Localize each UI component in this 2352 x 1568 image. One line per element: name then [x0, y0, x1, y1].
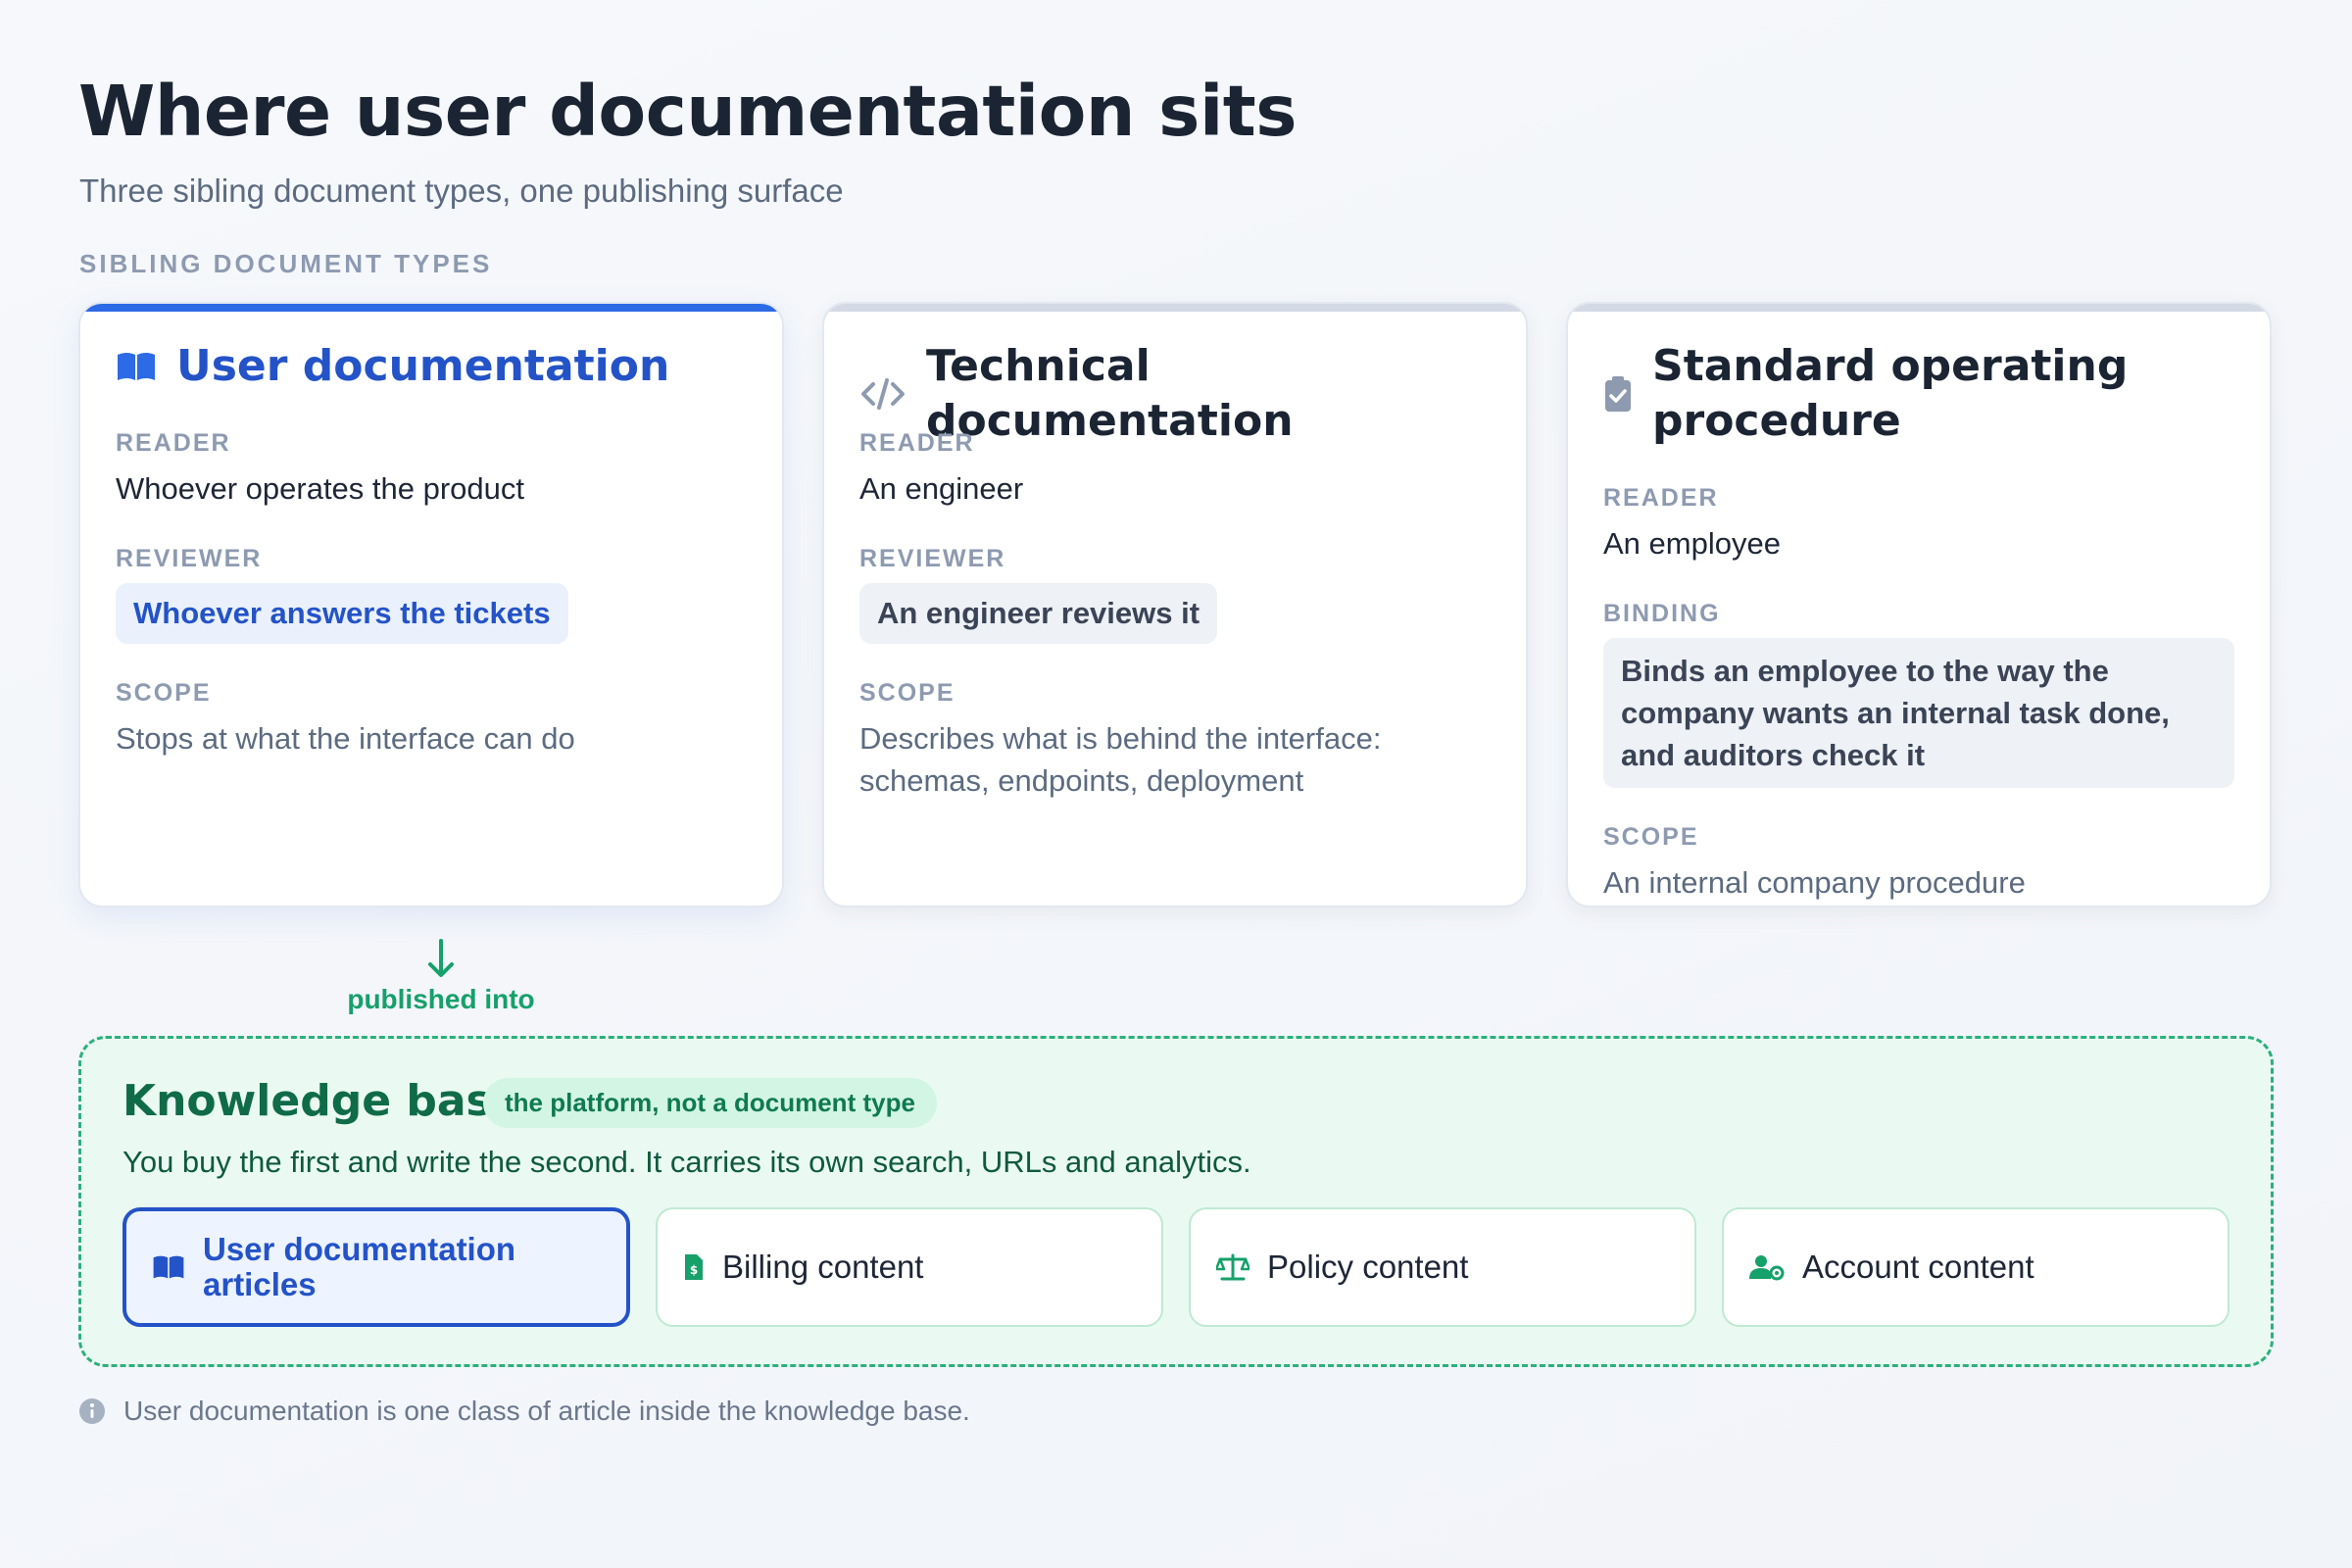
kb-badge: the platform, not a document type — [483, 1078, 937, 1128]
book-icon — [116, 351, 157, 382]
reader-label: READER — [116, 429, 231, 457]
card-standard-operating-procedure[interactable]: Standard operating procedure READER An e… — [1566, 302, 2272, 907]
scope-label: SCOPE — [859, 679, 956, 707]
kb-item-label: Billing content — [722, 1249, 924, 1285]
reviewer-value: An engineer reviews it — [859, 583, 1218, 644]
scope-value: Stops at what the interface can do — [116, 721, 575, 756]
reader-value: An engineer — [859, 471, 1024, 506]
reader-label: READER — [1603, 484, 1719, 512]
scope-label: SCOPE — [1603, 823, 1699, 851]
page-subtitle: Three sibling document types, one publis… — [79, 172, 844, 209]
kb-item-label: Policy content — [1267, 1249, 1469, 1285]
svg-text:$: $ — [690, 1263, 698, 1277]
scale-icon — [1216, 1253, 1250, 1281]
card-title: Standard operating procedure — [1652, 341, 2129, 446]
card-technical-documentation[interactable]: Technical documentation READER An engine… — [822, 302, 1528, 907]
clipboard-check-icon — [1603, 374, 1633, 414]
reviewer-label: REVIEWER — [859, 545, 1006, 572]
kb-item-label: Account content — [1802, 1249, 2034, 1285]
footnote: User documentation is one class of artic… — [78, 1396, 970, 1427]
kb-item-billing-content[interactable]: $ Billing content — [656, 1207, 1163, 1327]
reviewer-value: Whoever answers the tickets — [116, 583, 568, 644]
user-gear-icon — [1749, 1253, 1785, 1281]
footnote-text: User documentation is one class of artic… — [123, 1396, 970, 1426]
card-user-documentation[interactable]: User documentation READER Whoever operat… — [78, 302, 784, 907]
kb-item-policy-content[interactable]: Policy content — [1189, 1207, 1696, 1327]
reader-value: Whoever operates the product — [116, 471, 525, 506]
info-icon — [78, 1397, 106, 1425]
connector-label: published into — [347, 984, 535, 1014]
reviewer-label: REVIEWER — [116, 545, 263, 572]
kb-title: Knowledge base — [122, 1076, 521, 1126]
book-icon — [152, 1254, 185, 1280]
invoice-icon: $ — [683, 1252, 705, 1282]
scope-value: An internal company procedure — [1603, 865, 2026, 900]
arrow-down-icon — [333, 939, 549, 978]
card-accent-bar — [1568, 304, 2270, 312]
card-accent-bar — [80, 304, 782, 312]
section-label: SIBLING DOCUMENT TYPES — [79, 249, 493, 278]
kb-item-label: User documentation articles — [203, 1231, 516, 1302]
knowledge-base-panel: Knowledge base the platform, not a docum… — [78, 1036, 2274, 1367]
code-icon — [859, 376, 906, 412]
page-title: Where user documentation sits — [78, 71, 1297, 152]
scope-label: SCOPE — [116, 679, 212, 707]
binding-label: BINDING — [1603, 600, 1721, 627]
card-title: User documentation — [176, 341, 670, 391]
binding-value: Binds an employee to the way the company… — [1603, 638, 2234, 788]
card-accent-bar — [824, 304, 1526, 312]
kb-item-user-documentation-articles[interactable]: User documentation articles — [122, 1207, 630, 1327]
published-into-connector: published into — [333, 939, 549, 1015]
reader-label: READER — [859, 429, 975, 457]
reader-value: An employee — [1603, 526, 1781, 561]
scope-value: Describes what is behind the interface: … — [859, 721, 1382, 798]
kb-description: You buy the first and write the second. … — [122, 1145, 1251, 1179]
kb-item-account-content[interactable]: Account content — [1722, 1207, 2230, 1327]
